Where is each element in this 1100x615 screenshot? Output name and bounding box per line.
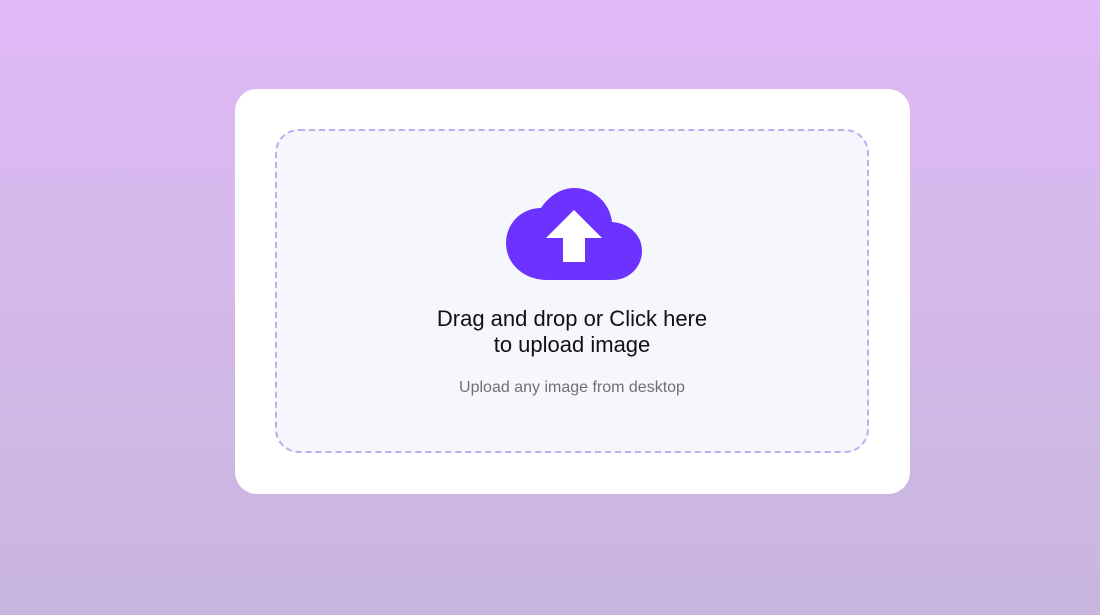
upload-title-line-1: Drag and drop or Click here	[436, 306, 708, 331]
upload-dropzone[interactable]: Drag and drop or Click here to upload im…	[275, 129, 869, 453]
upload-title-line-2: to upload image	[493, 332, 651, 357]
upload-title: Drag and drop or Click here to upload im…	[277, 306, 867, 358]
upload-card: Drag and drop or Click here to upload im…	[235, 89, 910, 494]
upload-subtitle: Upload any image from desktop	[459, 379, 685, 396]
cloud-upload-icon	[506, 188, 642, 280]
